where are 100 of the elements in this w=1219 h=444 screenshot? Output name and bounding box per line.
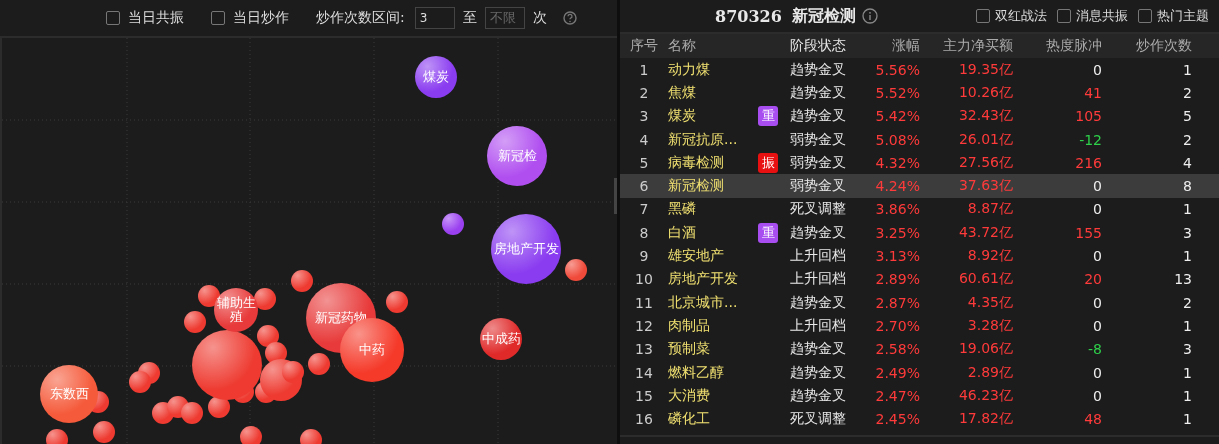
checkbox[interactable] xyxy=(976,9,990,23)
table-cell-text: 预制菜 xyxy=(668,340,711,359)
table-cell-text: 3.25% xyxy=(874,224,920,241)
bubble xyxy=(565,259,587,281)
table-row[interactable]: 13 预制菜 趋势金叉 2.58% 19.06亿 -8 3 xyxy=(620,337,1219,361)
table-cell-text: 16 xyxy=(634,411,654,428)
table-cell-text: 46.23亿 xyxy=(957,386,1013,405)
range-separator: 至 xyxy=(462,9,477,27)
bubble xyxy=(93,421,115,443)
table-cell-text: 0 xyxy=(1092,387,1102,404)
scrollbar[interactable] xyxy=(614,178,617,214)
bubble xyxy=(442,213,464,235)
range-to-field[interactable]: 不限 xyxy=(484,7,525,29)
checkbox-label[interactable]: 消息共振 xyxy=(1076,7,1128,25)
table-row[interactable]: 2 焦煤 趋势金叉 5.52% 10.26亿 41 2 xyxy=(620,81,1219,105)
table-row[interactable]: 9 雄安地产 上升回档 3.13% 8.92亿 0 1 xyxy=(620,244,1219,268)
bubble xyxy=(181,402,203,424)
column-header[interactable]: 炒作次数 xyxy=(1102,37,1192,55)
table-cell-text: 北京城市... xyxy=(668,293,739,312)
table-cell-text: 7 xyxy=(638,201,650,218)
table-cell-text: 105 xyxy=(1074,108,1102,125)
table-cell-text: 4.24% xyxy=(874,178,920,195)
checkbox-label[interactable]: 当日共振 xyxy=(128,9,184,27)
checkbox-label[interactable]: 热门主题 xyxy=(1157,7,1209,25)
table-row[interactable]: 11 北京城市... 趋势金叉 2.87% 4.35亿 0 2 xyxy=(620,290,1219,315)
table-cell-text: 8.92亿 xyxy=(966,247,1013,265)
table-cell-text: 41 xyxy=(1083,84,1102,101)
table-row[interactable]: 3 煤炭 重 趋势金叉 5.42% 32.43亿 105 5 xyxy=(620,104,1219,128)
table-cell-text: 趋势金叉 xyxy=(789,107,847,126)
table-cell-text: 动力煤 xyxy=(668,60,711,79)
table-cell-text: 155 xyxy=(1074,224,1102,241)
table-cell-text: 2.49% xyxy=(874,364,920,381)
table-cell-text: 焦煤 xyxy=(668,83,697,102)
table-row[interactable]: 4 新冠抗原... 弱势金叉 5.08% 26.01亿 -12 2 xyxy=(620,127,1219,152)
table-cell-text: 3 xyxy=(638,108,650,125)
table-row[interactable]: 10 房地产开发 上升回档 2.89% 60.61亿 20 13 xyxy=(620,267,1219,291)
table-cell-text: 3 xyxy=(1182,224,1192,241)
table-cell-text: 0 xyxy=(1092,61,1102,78)
table-cell-text: 上升回档 xyxy=(789,247,847,265)
table-cell-text: 2.47% xyxy=(874,387,920,404)
table-cell-text: 2.87% xyxy=(874,294,920,311)
table-cell-text: 37.63亿 xyxy=(957,177,1013,196)
table-cell-text: 9 xyxy=(638,248,650,264)
table-cell-text: 趋势金叉 xyxy=(789,363,847,382)
table-cell-text: 3.13% xyxy=(874,248,920,264)
checkbox[interactable] xyxy=(211,11,225,25)
table-cell-text: 趋势金叉 xyxy=(789,60,847,79)
column-header[interactable]: 名称 xyxy=(668,37,758,55)
table-cell-text: 上升回档 xyxy=(789,316,847,335)
column-header[interactable]: 阶段状态 xyxy=(788,37,858,55)
help-icon[interactable] xyxy=(562,11,577,25)
table-row[interactable]: 7 黑磷 死叉调整 3.86% 8.87亿 0 1 xyxy=(620,197,1219,222)
bubble xyxy=(291,270,313,292)
table-cell-text: 5 xyxy=(638,154,650,171)
panel-title: 新冠检测 xyxy=(791,5,856,27)
table-cell-text: 1 xyxy=(1182,248,1192,264)
table-cell-text: 1 xyxy=(1182,61,1192,78)
table-row[interactable]: 14 燃料乙醇 趋势金叉 2.49% 2.89亿 0 1 xyxy=(620,360,1219,385)
table-cell-text: 2 xyxy=(1182,294,1192,311)
checkbox-label[interactable]: 当日炒作 xyxy=(233,9,289,27)
table-row[interactable]: 12 肉制品 上升回档 2.70% 3.28亿 0 1 xyxy=(620,314,1219,338)
table-row[interactable]: 1 动力煤 趋势金叉 5.56% 19.35亿 0 1 xyxy=(620,58,1219,82)
checkbox[interactable] xyxy=(106,11,120,25)
table-cell-text: 3 xyxy=(1182,341,1192,358)
table-cell-text: 1 xyxy=(638,61,650,78)
table-row[interactable]: 6 新冠检测 弱势金叉 4.24% 37.63亿 0 8 xyxy=(620,174,1219,198)
table-cell-text: 煤炭 xyxy=(668,107,697,126)
table-cell-text: 27.56亿 xyxy=(957,153,1013,172)
table-cell-text: 2 xyxy=(638,84,650,101)
table-row[interactable]: 8 白酒 重 趋势金叉 3.25% 43.72亿 155 3 xyxy=(620,221,1219,245)
table-cell-text: 26.01亿 xyxy=(957,130,1013,149)
table-cell-text: 2.89亿 xyxy=(966,363,1013,382)
checkbox[interactable] xyxy=(1138,9,1152,23)
table-row[interactable]: 15 大消费 趋势金叉 2.47% 46.23亿 0 1 xyxy=(620,384,1219,408)
checkbox[interactable] xyxy=(1057,9,1071,23)
table-row[interactable]: 5 病毒检测 振 弱势金叉 4.32% 27.56亿 216 4 xyxy=(620,151,1219,175)
checkbox-label[interactable]: 双红战法 xyxy=(995,7,1047,25)
range-from-field[interactable]: 3 xyxy=(414,7,455,29)
table-row[interactable]: 16 磷化工 死叉调整 2.45% 17.82亿 48 1 xyxy=(620,407,1219,431)
table-cell-text: 1 xyxy=(1182,201,1192,218)
table-cell-text: 2 xyxy=(1182,84,1192,101)
table-cell-text: 房地产开发 xyxy=(668,270,739,289)
column-header[interactable]: 序号 xyxy=(620,37,668,55)
column-header[interactable]: 涨幅 xyxy=(858,37,920,55)
bubble: 东数西 xyxy=(40,365,98,423)
table-cell-text: 4 xyxy=(638,131,650,148)
table-cell-text: 19.06亿 xyxy=(957,340,1013,359)
table-cell-text: 0 xyxy=(1092,201,1102,218)
table-cell-text: 趋势金叉 xyxy=(789,83,847,102)
bubble xyxy=(308,353,330,375)
tag-badge: 重 xyxy=(758,106,778,127)
bubble: 辅助生殖 xyxy=(214,288,258,332)
table-cell-text: 病毒检测 xyxy=(668,153,725,172)
table-cell-text: 3.86% xyxy=(874,201,920,218)
table-cell-text: 趋势金叉 xyxy=(789,340,847,359)
column-header[interactable]: 主力净买额 xyxy=(920,37,1013,55)
column-header[interactable]: 热度脉冲 xyxy=(1013,37,1102,55)
table-cell-text: 4.35亿 xyxy=(966,293,1013,312)
info-icon[interactable] xyxy=(861,8,878,24)
table-cell-text: 60.61亿 xyxy=(957,270,1013,289)
